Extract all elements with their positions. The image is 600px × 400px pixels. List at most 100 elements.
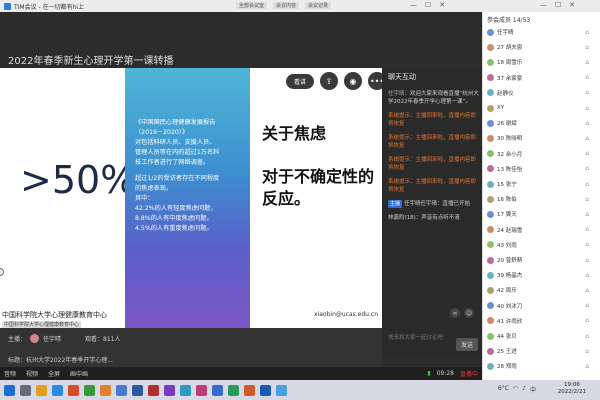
send-button[interactable]: 发送 — [455, 338, 478, 351]
fullscreen-button[interactable]: 全屏 — [48, 369, 60, 378]
host-label: 主播： — [8, 336, 27, 343]
mic-icon: ⌂ — [585, 332, 589, 340]
minimize-icon[interactable]: — — [540, 1, 547, 9]
member-name: 24 赵瑞雪 — [497, 227, 523, 234]
avatar — [487, 74, 494, 82]
camera-icon[interactable]: ◉ — [344, 72, 363, 90]
slide-text-line: 42.2%的人有轻度焦虑问题， — [135, 205, 217, 212]
list-item[interactable]: 42 周乐 ⌂ — [487, 284, 599, 296]
chat-message: 系统提示：主播回来啦，直播内容即将恢复 — [388, 113, 477, 127]
clock[interactable]: 19:06 2022/2/21 — [558, 382, 586, 396]
maximize-icon[interactable]: ☐ — [425, 1, 431, 9]
clock-time: 19:06 — [563, 382, 580, 388]
start-icon[interactable] — [4, 384, 15, 396]
mic-icon: ⌂ — [585, 28, 589, 36]
list-item[interactable]: 30 陈晓明 ⌂ — [487, 132, 599, 144]
temperature: 6°C — [497, 385, 509, 392]
emoji-icon[interactable]: ☺ — [464, 308, 474, 318]
link-icon[interactable]: ∞ — [450, 308, 460, 318]
share-icon[interactable]: ⇪ — [320, 72, 339, 90]
list-item[interactable]: 37 余家豪 ⌂ — [487, 72, 599, 84]
control-bar: 音频 视频 全屏 画中画 ▮ 09:28 直播中 — [0, 367, 482, 380]
mic-icon: ⌂ — [585, 256, 589, 264]
window-title: TIM会议 - 在一切都有hi上 — [14, 3, 85, 11]
input-language[interactable]: 中 — [530, 385, 536, 394]
list-item[interactable]: 25 王进 ⌂ — [487, 345, 599, 357]
list-item[interactable]: 39 杨晶杰 ⌂ — [487, 269, 599, 281]
list-item[interactable]: 44 张贝 ⌂ — [487, 330, 599, 342]
app-icon[interactable] — [180, 384, 191, 396]
chat-message: 林鑫昀(18)：声音有点听不清 — [388, 215, 460, 221]
list-item[interactable]: 43 刘雨 ⌂ — [487, 239, 599, 251]
volume-icon[interactable]: ♪ — [522, 385, 526, 394]
list-item[interactable]: 赵静仪 ⌂ — [487, 87, 599, 99]
member-name: 15 张宁 — [497, 182, 517, 188]
list-item[interactable]: 18 周雪乐 ⌂ — [487, 56, 599, 68]
list-item[interactable]: 17 翼天 ⌂ — [487, 208, 599, 220]
clock-date: 2022/2/21 — [557, 389, 586, 395]
avatar — [487, 302, 494, 310]
list-item[interactable]: XY ⌂ — [487, 102, 599, 114]
maximize-icon[interactable]: ☐ — [555, 1, 561, 9]
app-icon[interactable] — [244, 384, 255, 396]
member-name: 43 刘雨 — [497, 242, 517, 249]
host-badge: 主播 — [388, 200, 403, 208]
list-item[interactable]: 28 郑雨 ⌂ — [487, 360, 599, 372]
minimize-icon[interactable]: — — [410, 1, 417, 9]
member-count: 参会成员 14/53 — [487, 17, 531, 24]
app-icon[interactable] — [132, 384, 143, 396]
app-icon[interactable] — [212, 384, 223, 396]
list-item[interactable]: 40 刘沐刀 ⌂ — [487, 300, 599, 312]
list-item[interactable]: 32 余小月 ⌂ — [487, 148, 599, 160]
audio-button[interactable]: 音频 — [4, 369, 16, 378]
app-icon[interactable] — [148, 384, 159, 396]
folder-icon[interactable] — [36, 384, 47, 396]
search-icon[interactable] — [20, 384, 31, 396]
tab-rooms[interactable]: 全部会议室 — [236, 2, 268, 9]
list-item[interactable]: 13 陈佳怡 ⌂ — [487, 163, 599, 175]
slide-big-stat: >50% — [20, 158, 137, 202]
avatar — [487, 317, 494, 325]
app-icon[interactable] — [228, 384, 239, 396]
member-window-controls: — ☐ ✕ — [540, 1, 575, 9]
mic-icon: ⌂ — [585, 195, 589, 203]
slide-text-line: 技工作者进行了网络调查。 — [135, 159, 210, 166]
app-icon[interactable] — [84, 384, 95, 396]
mic-icon: ⌂ — [585, 302, 589, 310]
list-item[interactable]: 任宇晴 ⌂ — [487, 26, 599, 38]
avatar — [487, 180, 494, 188]
mic-icon: ⌂ — [585, 134, 589, 142]
pip-button[interactable]: 画中画 — [70, 369, 88, 378]
app-icon[interactable] — [276, 384, 287, 396]
list-item[interactable]: 41 许雨欣 ⌂ — [487, 315, 599, 327]
list-item[interactable]: 26 谢斌 ⌂ — [487, 117, 599, 129]
browser-icon[interactable] — [52, 384, 63, 396]
member-name: 41 许雨欣 — [497, 318, 523, 325]
chat-input[interactable]: 快来和大家一起讨论吧 — [388, 333, 443, 341]
app-icon[interactable] — [260, 384, 271, 396]
wifi-icon[interactable]: ◠ — [513, 385, 518, 394]
list-item[interactable]: 24 赵瑞雪 ⌂ — [487, 224, 599, 236]
app-icon[interactable] — [116, 384, 127, 396]
list-item[interactable]: 27 胡夫恩 ⌂ — [487, 41, 599, 53]
list-item[interactable]: 20 曾舒萌 ⌂ — [487, 254, 599, 266]
view-count: 观看：811人 — [85, 336, 121, 343]
member-name: 赵静仪 — [497, 90, 514, 97]
app-icon[interactable] — [164, 384, 175, 396]
list-item[interactable]: 15 张宁 ⌂ — [487, 178, 599, 190]
avatar — [487, 241, 494, 249]
app-icon[interactable] — [196, 384, 207, 396]
avatar — [487, 332, 494, 340]
video-button[interactable]: 视频 — [26, 369, 38, 378]
chat-message: 系统提示：主播回来啦，直播内容即将恢复 — [388, 179, 477, 193]
tab-records[interactable]: 会议记录 — [305, 2, 332, 9]
close-icon[interactable]: ✕ — [439, 1, 445, 9]
app-icon[interactable] — [68, 384, 79, 396]
slide-text-line: 4.5%的人有重度焦虑问题。 — [135, 225, 213, 232]
list-item[interactable]: 16 陈伯 ⌂ — [487, 193, 599, 205]
tab-content[interactable]: 会议内容 — [273, 2, 300, 9]
app-icon[interactable] — [100, 384, 111, 396]
mic-icon: ⌂ — [585, 226, 589, 234]
view-mode-button[interactable]: 看讲 — [286, 73, 315, 89]
close-icon[interactable]: ✕ — [569, 1, 575, 9]
